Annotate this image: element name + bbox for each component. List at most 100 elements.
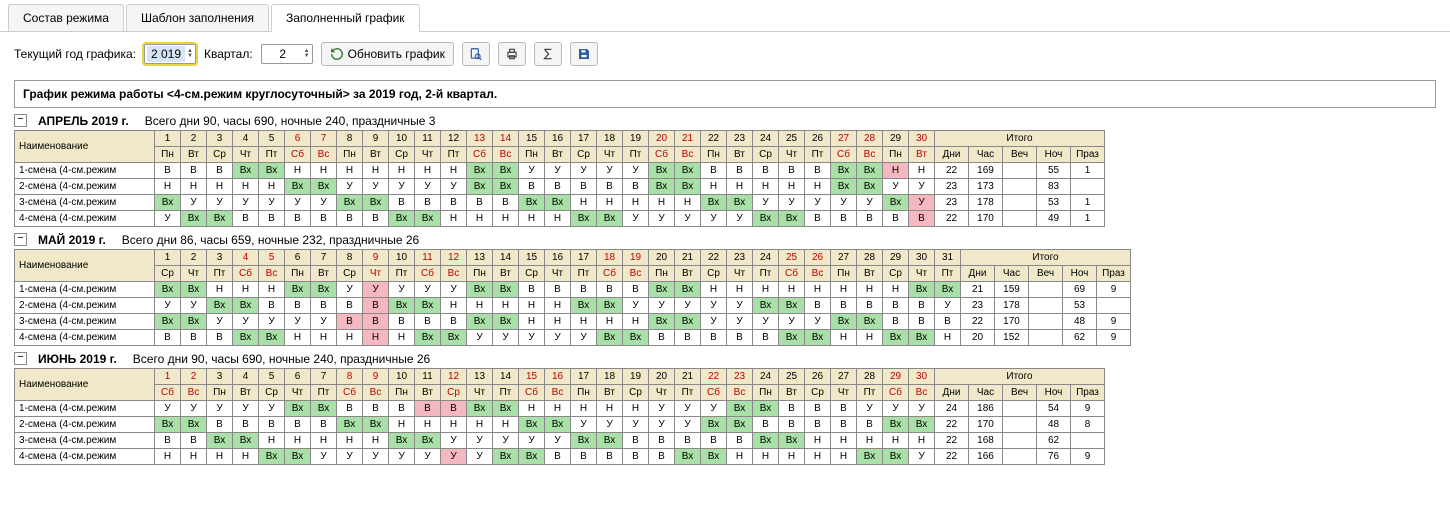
day-cell[interactable]: Вх bbox=[571, 211, 597, 227]
day-cell[interactable]: Н bbox=[233, 282, 259, 298]
day-cell[interactable]: Н bbox=[285, 330, 311, 346]
day-cell[interactable]: У bbox=[727, 314, 753, 330]
day-cell[interactable]: У bbox=[389, 179, 415, 195]
day-cell[interactable]: У bbox=[909, 179, 935, 195]
day-cell[interactable]: Вх bbox=[285, 282, 311, 298]
day-cell[interactable]: Н bbox=[441, 298, 467, 314]
day-cell[interactable]: Вх bbox=[415, 330, 441, 346]
day-cell[interactable]: В bbox=[337, 298, 363, 314]
day-cell[interactable]: Н bbox=[337, 433, 363, 449]
day-cell[interactable]: Н bbox=[805, 433, 831, 449]
day-cell[interactable]: Н bbox=[259, 433, 285, 449]
day-cell[interactable]: У bbox=[597, 163, 623, 179]
day-cell[interactable]: В bbox=[753, 330, 779, 346]
day-cell[interactable]: В bbox=[181, 433, 207, 449]
day-cell[interactable]: В bbox=[727, 433, 753, 449]
day-cell[interactable]: Н bbox=[233, 449, 259, 465]
day-cell[interactable]: Вх bbox=[285, 179, 311, 195]
sum-button[interactable] bbox=[534, 42, 562, 66]
day-cell[interactable]: Вх bbox=[597, 330, 623, 346]
day-cell[interactable]: Н bbox=[857, 330, 883, 346]
day-cell[interactable]: В bbox=[259, 417, 285, 433]
day-cell[interactable]: У bbox=[233, 314, 259, 330]
day-cell[interactable]: Н bbox=[779, 449, 805, 465]
day-cell[interactable]: Н bbox=[389, 163, 415, 179]
day-cell[interactable]: У bbox=[311, 314, 337, 330]
day-cell[interactable]: Вх bbox=[831, 179, 857, 195]
day-cell[interactable]: У bbox=[727, 211, 753, 227]
quarter-input[interactable] bbox=[264, 46, 302, 62]
day-cell[interactable]: Н bbox=[753, 179, 779, 195]
day-cell[interactable]: В bbox=[259, 211, 285, 227]
day-cell[interactable]: В bbox=[389, 195, 415, 211]
day-cell[interactable]: У bbox=[493, 433, 519, 449]
day-cell[interactable]: У bbox=[883, 401, 909, 417]
day-cell[interactable]: В bbox=[233, 417, 259, 433]
day-cell[interactable]: У bbox=[623, 417, 649, 433]
day-cell[interactable]: Вх bbox=[467, 179, 493, 195]
day-cell[interactable]: У bbox=[181, 401, 207, 417]
day-cell[interactable]: У bbox=[701, 298, 727, 314]
day-cell[interactable]: У bbox=[311, 195, 337, 211]
day-cell[interactable]: Н bbox=[545, 211, 571, 227]
day-cell[interactable]: Вх bbox=[831, 163, 857, 179]
day-cell[interactable]: В bbox=[727, 330, 753, 346]
day-cell[interactable]: Н bbox=[363, 330, 389, 346]
day-cell[interactable]: Вх bbox=[285, 401, 311, 417]
day-cell[interactable]: Вх bbox=[857, 179, 883, 195]
day-cell[interactable]: В bbox=[415, 314, 441, 330]
day-cell[interactable]: В bbox=[909, 314, 935, 330]
day-cell[interactable]: В bbox=[727, 163, 753, 179]
day-cell[interactable]: В bbox=[701, 330, 727, 346]
day-cell[interactable]: Вх bbox=[597, 211, 623, 227]
refresh-button[interactable]: Обновить график bbox=[321, 42, 454, 66]
day-cell[interactable]: Н bbox=[519, 314, 545, 330]
day-cell[interactable]: В bbox=[285, 211, 311, 227]
day-cell[interactable]: Вх bbox=[753, 298, 779, 314]
day-cell[interactable]: В bbox=[597, 449, 623, 465]
day-cell[interactable]: Н bbox=[441, 417, 467, 433]
day-cell[interactable]: У bbox=[649, 401, 675, 417]
day-cell[interactable]: Вх bbox=[155, 282, 181, 298]
day-cell[interactable]: Вх bbox=[337, 417, 363, 433]
day-cell[interactable]: Вх bbox=[519, 417, 545, 433]
quarter-spinner[interactable]: ▲▼ bbox=[261, 44, 313, 64]
day-cell[interactable]: Вх bbox=[649, 314, 675, 330]
day-cell[interactable]: У bbox=[259, 195, 285, 211]
day-cell[interactable]: Н bbox=[441, 211, 467, 227]
day-cell[interactable]: Н bbox=[259, 179, 285, 195]
day-cell[interactable]: У bbox=[649, 298, 675, 314]
day-cell[interactable]: У bbox=[623, 211, 649, 227]
day-cell[interactable]: Н bbox=[831, 449, 857, 465]
day-cell[interactable]: У bbox=[597, 417, 623, 433]
day-cell[interactable]: Вх bbox=[519, 449, 545, 465]
day-cell[interactable]: Н bbox=[233, 179, 259, 195]
day-cell[interactable]: Вх bbox=[363, 417, 389, 433]
day-cell[interactable]: У bbox=[233, 401, 259, 417]
day-cell[interactable]: Вх bbox=[675, 282, 701, 298]
day-cell[interactable]: У bbox=[389, 282, 415, 298]
day-cell[interactable]: Н bbox=[831, 433, 857, 449]
day-cell[interactable]: В bbox=[597, 282, 623, 298]
day-cell[interactable]: Н bbox=[571, 195, 597, 211]
day-cell[interactable]: Вх bbox=[415, 433, 441, 449]
day-cell[interactable]: Вх bbox=[467, 314, 493, 330]
day-cell[interactable]: Вх bbox=[493, 282, 519, 298]
day-cell[interactable]: Вх bbox=[259, 163, 285, 179]
day-cell[interactable]: В bbox=[519, 282, 545, 298]
day-cell[interactable]: Н bbox=[701, 282, 727, 298]
day-cell[interactable]: Вх bbox=[675, 163, 701, 179]
day-cell[interactable]: В bbox=[207, 163, 233, 179]
day-cell[interactable]: В bbox=[571, 282, 597, 298]
day-cell[interactable]: Н bbox=[623, 195, 649, 211]
day-cell[interactable]: Вх bbox=[493, 401, 519, 417]
day-cell[interactable]: Н bbox=[415, 417, 441, 433]
day-cell[interactable]: В bbox=[701, 433, 727, 449]
day-cell[interactable]: В bbox=[831, 298, 857, 314]
day-cell[interactable]: Вх bbox=[727, 195, 753, 211]
day-cell[interactable]: Н bbox=[337, 163, 363, 179]
day-cell[interactable]: У bbox=[701, 401, 727, 417]
day-cell[interactable]: Вх bbox=[623, 330, 649, 346]
day-cell[interactable]: У bbox=[441, 282, 467, 298]
day-cell[interactable]: Вх bbox=[909, 417, 935, 433]
